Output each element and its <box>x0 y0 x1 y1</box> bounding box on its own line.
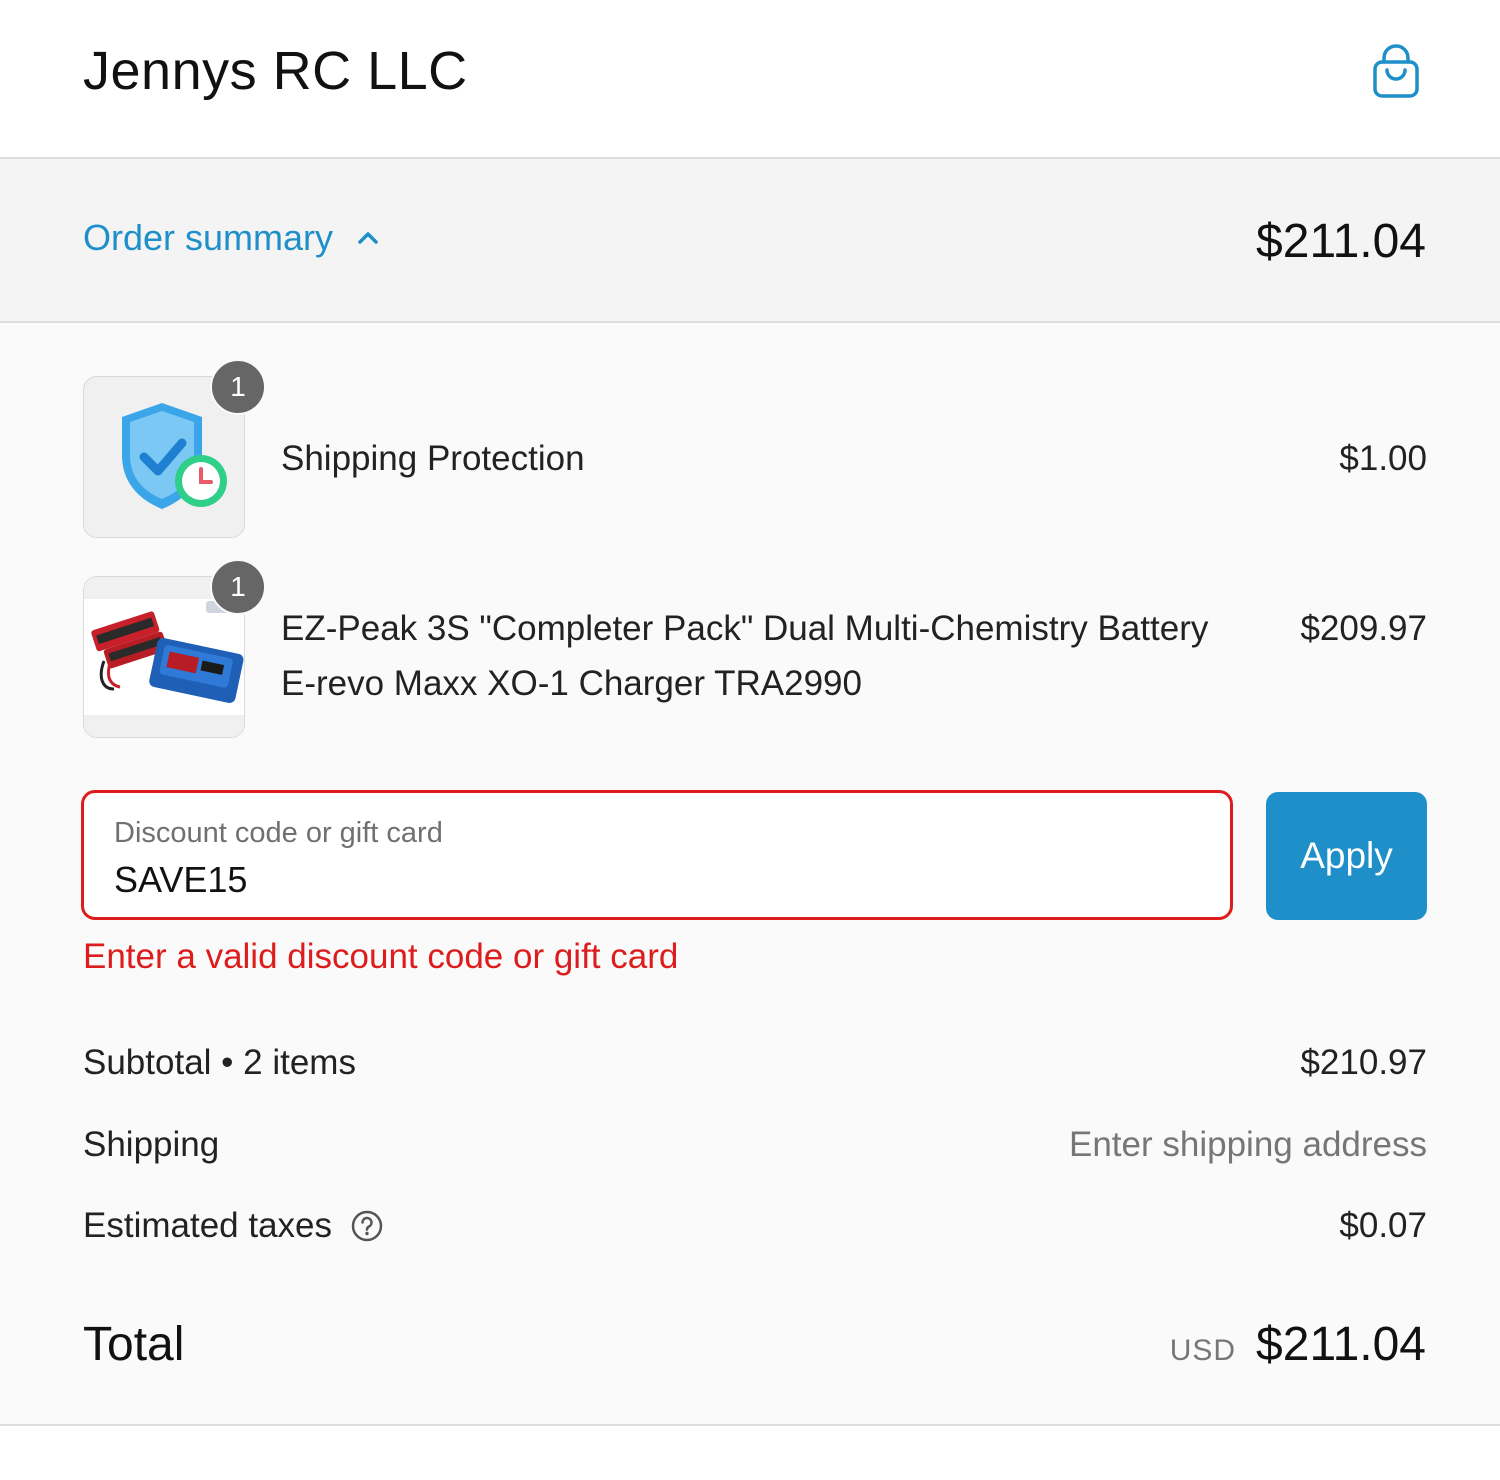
total-label: Total <box>83 1318 185 1371</box>
question-circle-icon[interactable] <box>350 1209 384 1243</box>
product-thumbnail: 1 <box>83 559 266 738</box>
currency-code: USD <box>1169 1334 1237 1367</box>
shipping-label: Shipping <box>83 1125 220 1164</box>
item-name-continued: E-revo Maxx XO-1 Charger TRA2990 <box>281 664 862 703</box>
discount-field-value[interactable]: SAVE15 <box>114 859 247 901</box>
subtotal-value: $210.97 <box>1300 1043 1427 1082</box>
order-summary-label: Order summary <box>83 217 334 258</box>
line-item: 1 EZ-Peak 3S "Completer Pack" Dual Multi… <box>83 559 1427 738</box>
discount-code-input[interactable]: Discount code or gift card SAVE15 <box>81 790 1233 920</box>
total-amount: $211.04 <box>1256 1318 1426 1371</box>
quantity-badge: 1 <box>210 359 266 415</box>
taxes-label-group: Estimated taxes <box>83 1206 384 1246</box>
item-price: $1.00 <box>1339 439 1427 478</box>
shopping-bag-icon[interactable] <box>1370 44 1422 100</box>
quantity-badge: 1 <box>210 559 266 615</box>
product-thumbnail: 1 <box>83 359 266 538</box>
line-item: 1 Shipping Protection $1.00 <box>83 359 1427 538</box>
chevron-up-icon <box>358 232 378 244</box>
apply-button[interactable]: Apply <box>1266 792 1427 920</box>
summary-total: $211.04 <box>1256 215 1426 268</box>
order-summary-toggle[interactable]: Order summary <box>83 217 383 259</box>
taxes-value: $0.07 <box>1339 1206 1427 1245</box>
shipping-value: Enter shipping address <box>1069 1125 1427 1164</box>
order-summary-panel: 1 Shipping Protection $1.00 1 EZ-Peak 3S… <box>0 323 1500 1426</box>
taxes-label: Estimated taxes <box>83 1206 332 1245</box>
shipping-row: Shipping Enter shipping address <box>83 1125 1427 1175</box>
item-name: Shipping Protection <box>281 439 585 478</box>
checkout-header: Jennys RC LLC <box>0 0 1500 159</box>
taxes-row: Estimated taxes $0.07 <box>83 1206 1427 1256</box>
discount-error-message: Enter a valid discount code or gift card <box>83 937 679 976</box>
item-name: EZ-Peak 3S "Completer Pack" Dual Multi-C… <box>281 609 1209 648</box>
subtotal-label: Subtotal • 2 items <box>83 1043 356 1082</box>
store-name[interactable]: Jennys RC LLC <box>83 40 468 102</box>
order-summary-bar: Order summary $211.04 <box>0 159 1500 323</box>
discount-field-label: Discount code or gift card <box>114 817 443 849</box>
total-amount-group: USD $211.04 <box>1170 1317 1426 1372</box>
item-price: $209.97 <box>1300 609 1427 648</box>
subtotal-row: Subtotal • 2 items $210.97 <box>83 1043 1427 1093</box>
